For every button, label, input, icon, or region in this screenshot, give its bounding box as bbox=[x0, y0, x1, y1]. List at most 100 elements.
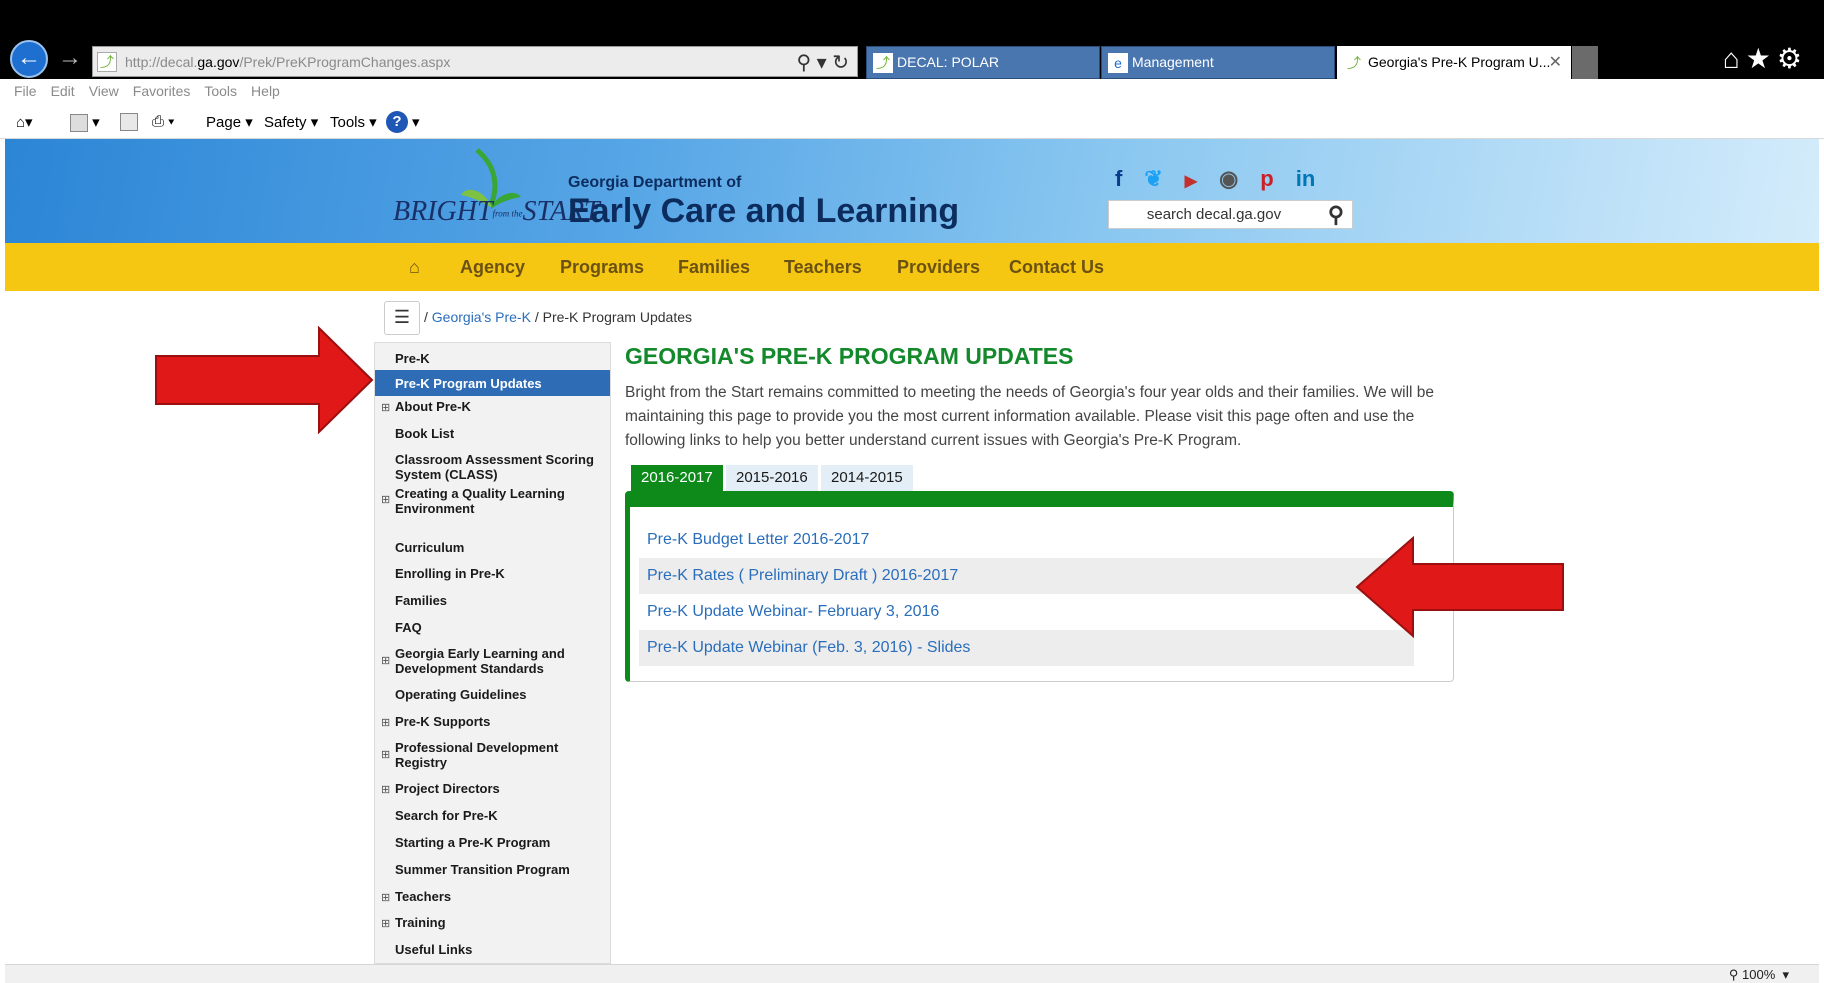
menu-view[interactable]: View bbox=[89, 83, 119, 99]
search-icon[interactable]: ⚲ bbox=[1328, 202, 1344, 228]
expand-icon[interactable]: ⊞ bbox=[381, 748, 390, 761]
updates-panel: Pre-K Budget Letter 2016-2017 Pre-K Rate… bbox=[625, 491, 1454, 682]
sidebar-item-prek[interactable]: Pre-K bbox=[395, 351, 605, 366]
tab-2016-2017[interactable]: 2016-2017 bbox=[631, 465, 723, 491]
sidebar-item-quality-learning[interactable]: Creating a Quality Learning Environment bbox=[395, 486, 605, 516]
help-dropdown-icon[interactable]: ▾ bbox=[412, 113, 420, 131]
link-prek-rates[interactable]: Pre-K Rates ( Preliminary Draft ) 2016-2… bbox=[647, 567, 958, 585]
breadcrumb-link-georgias-prek[interactable]: Georgia's Pre-K bbox=[432, 309, 531, 325]
department-title: Early Care and Learning bbox=[568, 192, 960, 230]
social-links: f ❦ ▶ ◉ p in bbox=[1115, 166, 1337, 196]
sidebar-item-curriculum[interactable]: Curriculum bbox=[395, 540, 605, 555]
hamburger-menu-icon[interactable]: ☰ bbox=[384, 301, 420, 335]
sidebar-item-project-directors[interactable]: Project Directors bbox=[395, 781, 605, 796]
expand-icon[interactable]: ⊞ bbox=[381, 783, 390, 796]
list-item: Pre-K Rates ( Preliminary Draft ) 2016-2… bbox=[639, 558, 1414, 594]
tab-2015-2016[interactable]: 2015-2016 bbox=[726, 465, 818, 491]
home-page-icon[interactable]: ⌂▾ bbox=[16, 113, 33, 131]
menu-file[interactable]: File bbox=[14, 83, 37, 99]
sidebar-item-class[interactable]: Classroom Assessment Scoring System (CLA… bbox=[395, 452, 605, 482]
command-bar: ⌂▾ ▾ ⎙ ▾ Page ▾ Safety ▾ Tools ▾ bbox=[0, 105, 1824, 139]
pinterest-icon[interactable]: p bbox=[1260, 166, 1273, 192]
expand-icon[interactable]: ⊞ bbox=[381, 401, 390, 414]
page-menu[interactable]: Page ▾ bbox=[206, 113, 253, 131]
feeds-icon[interactable]: ▾ bbox=[70, 113, 100, 133]
expand-icon[interactable]: ⊞ bbox=[381, 493, 390, 506]
sidebar-item-faq[interactable]: FAQ bbox=[395, 620, 605, 635]
linkedin-icon[interactable]: in bbox=[1296, 166, 1316, 192]
list-item: Pre-K Budget Letter 2016-2017 bbox=[639, 522, 1414, 558]
expand-icon[interactable]: ⊞ bbox=[381, 654, 390, 667]
new-tab-button[interactable] bbox=[1572, 46, 1598, 79]
site-search: ⚲ bbox=[1108, 200, 1353, 229]
nav-contact-us[interactable]: Contact Us bbox=[1009, 257, 1104, 278]
nav-teachers[interactable]: Teachers bbox=[784, 257, 862, 278]
sidebar-item-summer-transition[interactable]: Summer Transition Program bbox=[395, 862, 605, 877]
menu-help[interactable]: Help bbox=[251, 83, 280, 99]
help-icon[interactable]: ? bbox=[386, 111, 408, 133]
forward-icon[interactable]: → bbox=[58, 44, 82, 72]
nav-home-icon[interactable]: ⌂ bbox=[409, 257, 420, 278]
list-item: Pre-K Update Webinar- February 3, 2016 bbox=[639, 594, 1414, 630]
sidebar-item-about-prek[interactable]: About Pre-K bbox=[395, 399, 605, 414]
instagram-icon[interactable]: ◉ bbox=[1219, 166, 1238, 192]
sidebar-item-useful-links[interactable]: Useful Links bbox=[395, 942, 605, 957]
list-item: Pre-K Update Webinar (Feb. 3, 2016) - Sl… bbox=[639, 630, 1414, 666]
sidebar-item-pd-registry[interactable]: Professional Development Registry bbox=[395, 740, 605, 770]
gear-icon[interactable]: ⚙ bbox=[1777, 43, 1808, 74]
address-url[interactable]: http://decal.ga.gov/Prek/PreKProgramChan… bbox=[125, 54, 450, 70]
home-icon[interactable]: ⌂ bbox=[1723, 43, 1746, 74]
tools-menu[interactable]: Tools ▾ bbox=[330, 113, 377, 131]
sidebar-nav: Pre-K Pre-K Program Updates ⊞ About Pre-… bbox=[374, 342, 611, 964]
tab-georgia-prek[interactable]: ⤴ Georgia's Pre-K Program U... ✕ bbox=[1337, 46, 1571, 79]
red-arrow-right-annotation bbox=[155, 326, 374, 434]
menu-tools[interactable]: Tools bbox=[204, 83, 237, 99]
tab-decal-polar[interactable]: ⤴ DECAL: POLAR bbox=[866, 46, 1100, 79]
sidebar-item-prek-supports[interactable]: Pre-K Supports bbox=[395, 714, 605, 729]
sidebar-item-training[interactable]: Training bbox=[395, 915, 605, 930]
expand-icon[interactable]: ⊞ bbox=[381, 917, 390, 930]
back-icon[interactable]: ← bbox=[10, 40, 48, 78]
close-tab-icon[interactable]: ✕ bbox=[1549, 47, 1562, 78]
site-favicon-icon: ⤴ bbox=[97, 52, 117, 72]
ie-icon: e bbox=[1108, 53, 1128, 73]
sidebar-item-families[interactable]: Families bbox=[395, 593, 605, 608]
site-search-input[interactable] bbox=[1109, 201, 1319, 228]
nav-families[interactable]: Families bbox=[678, 257, 750, 278]
address-bar[interactable]: ⤴ http://decal.ga.gov/Prek/PreKProgramCh… bbox=[92, 46, 858, 77]
department-subtitle: Georgia Department of bbox=[568, 174, 742, 191]
read-mail-icon[interactable] bbox=[120, 113, 138, 132]
favorites-star-icon[interactable]: ★ bbox=[1746, 43, 1777, 74]
youtube-icon[interactable]: ▶ bbox=[1185, 171, 1197, 191]
tab-2014-2015[interactable]: 2014-2015 bbox=[821, 465, 913, 491]
expand-icon[interactable]: ⊞ bbox=[381, 716, 390, 729]
zoom-control[interactable]: ⚲ 100% ▾ bbox=[1729, 967, 1789, 983]
facebook-icon[interactable]: f bbox=[1115, 166, 1122, 192]
link-webinar-slides[interactable]: Pre-K Update Webinar (Feb. 3, 2016) - Sl… bbox=[647, 639, 970, 657]
sidebar-item-book-list[interactable]: Book List bbox=[395, 426, 605, 441]
menu-edit[interactable]: Edit bbox=[51, 83, 75, 99]
nav-agency[interactable]: Agency bbox=[460, 257, 525, 278]
red-arrow-left-annotation bbox=[1355, 536, 1564, 638]
sidebar-item-enrolling[interactable]: Enrolling in Pre-K bbox=[395, 566, 605, 581]
menu-bar: File Edit View Favorites Tools Help bbox=[0, 79, 1824, 105]
link-update-webinar[interactable]: Pre-K Update Webinar- February 3, 2016 bbox=[647, 603, 939, 621]
print-icon[interactable]: ⎙ ▾ bbox=[152, 113, 174, 130]
twitter-icon[interactable]: ❦ bbox=[1144, 166, 1162, 192]
sidebar-item-search-prek[interactable]: Search for Pre-K bbox=[395, 808, 605, 823]
sidebar-item-gelds[interactable]: Georgia Early Learning and Development S… bbox=[395, 646, 605, 676]
tab-favicon-icon: ⤴ bbox=[873, 53, 893, 73]
link-budget-letter[interactable]: Pre-K Budget Letter 2016-2017 bbox=[647, 531, 869, 549]
sidebar-item-teachers[interactable]: Teachers bbox=[395, 889, 605, 904]
sidebar-item-operating-guidelines[interactable]: Operating Guidelines bbox=[395, 687, 605, 702]
nav-programs[interactable]: Programs bbox=[560, 257, 644, 278]
menu-favorites[interactable]: Favorites bbox=[133, 83, 191, 99]
safety-menu[interactable]: Safety ▾ bbox=[264, 113, 318, 131]
nav-providers[interactable]: Providers bbox=[897, 257, 980, 278]
sidebar-item-starting-program[interactable]: Starting a Pre-K Program bbox=[395, 835, 605, 850]
tab-favicon-icon: ⤴ bbox=[1344, 53, 1364, 73]
expand-icon[interactable]: ⊞ bbox=[381, 891, 390, 904]
search-refresh-icons[interactable]: ⚲ ▾ ↻ bbox=[796, 50, 849, 75]
sidebar-item-prek-program-updates[interactable]: Pre-K Program Updates bbox=[395, 376, 542, 391]
tab-management[interactable]: e Management bbox=[1101, 46, 1335, 79]
